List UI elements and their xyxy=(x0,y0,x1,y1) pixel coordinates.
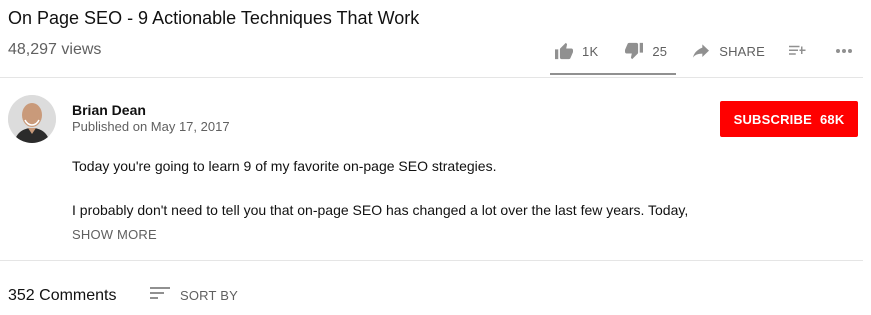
show-more-button[interactable]: SHOW MORE xyxy=(72,227,157,242)
video-actions: 1K 25 SHARE xyxy=(554,38,853,64)
channel-avatar[interactable] xyxy=(8,95,56,143)
share-button[interactable]: SHARE xyxy=(693,44,765,59)
publish-date: Published on May 17, 2017 xyxy=(72,119,230,134)
sort-icon xyxy=(150,286,170,305)
subscribe-button[interactable]: SUBSCRIBE 68K xyxy=(720,101,858,137)
sort-by-label: SORT BY xyxy=(180,288,238,303)
avatar-image xyxy=(8,95,56,143)
thumbs-down-icon xyxy=(624,42,644,60)
description-line-2: I probably don't need to tell you that o… xyxy=(72,202,689,218)
like-count: 1K xyxy=(582,43,599,59)
video-title: On Page SEO - 9 Actionable Techniques Th… xyxy=(8,8,420,28)
thumbs-up-icon xyxy=(554,42,574,60)
channel-name[interactable]: Brian Dean xyxy=(72,101,146,119)
divider xyxy=(0,260,863,261)
divider xyxy=(0,77,863,78)
more-actions-button[interactable] xyxy=(835,48,853,54)
share-arrow-icon xyxy=(693,44,710,58)
subscribe-label: SUBSCRIBE xyxy=(733,111,812,127)
share-label: SHARE xyxy=(719,43,765,59)
dislike-count: 25 xyxy=(652,43,668,59)
comment-count: 352 Comments xyxy=(8,287,117,304)
description-line-1: Today you're going to learn 9 of my favo… xyxy=(72,158,497,174)
more-horizontal-icon xyxy=(835,48,853,54)
add-to-playlist-button[interactable] xyxy=(789,44,807,58)
dislike-button[interactable]: 25 xyxy=(624,42,667,60)
view-count: 48,297 views xyxy=(8,41,102,58)
subscriber-count: 68K xyxy=(819,111,845,127)
sentiment-bar xyxy=(550,73,676,75)
sort-by-button[interactable]: SORT BY xyxy=(150,286,238,305)
add-to-playlist-icon xyxy=(789,44,807,58)
like-button[interactable]: 1K xyxy=(554,42,598,60)
